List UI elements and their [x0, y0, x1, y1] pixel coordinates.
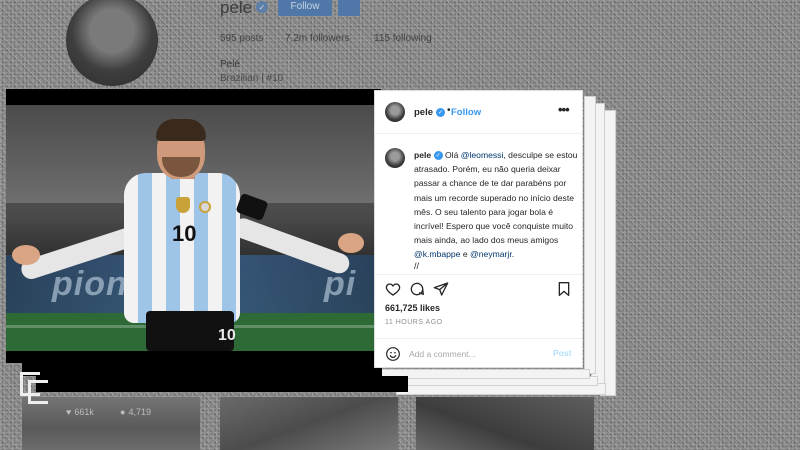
verified-icon: ✓ — [433, 151, 443, 161]
follow-button[interactable]: Follow — [451, 107, 481, 118]
post-actions: 661,725 likes 11 HOURS AGO Post — [375, 274, 582, 367]
comment-input[interactable] — [409, 347, 539, 361]
comment-form: Post — [375, 338, 582, 367]
caption-author-avatar[interactable] — [385, 148, 405, 168]
post-timestamp[interactable]: 11 HOURS AGO — [385, 319, 443, 326]
mention-link[interactable]: @leomessi — [461, 150, 504, 160]
profile-avatar[interactable] — [66, 0, 158, 86]
verified-icon: ✓ — [256, 1, 268, 13]
post-author-username[interactable]: pele — [414, 107, 433, 118]
verified-icon: ✓ — [436, 108, 445, 117]
player-jersey — [124, 173, 240, 323]
player-hand — [338, 233, 364, 253]
card-edge — [584, 96, 596, 374]
mention-link[interactable]: @neymarjr — [470, 249, 512, 259]
more-options-button[interactable]: ••• — [558, 102, 570, 117]
card-edge — [380, 369, 590, 379]
followers-count[interactable]: 7.2m followers — [285, 33, 349, 44]
heart-icon[interactable] — [385, 281, 401, 297]
grid-comments-stat: ● 4,719 — [120, 407, 151, 417]
frame-corner — [28, 380, 48, 404]
comment-icon: ● — [120, 407, 126, 417]
grid-likes-count: 661k — [74, 407, 94, 417]
caption-username[interactable]: pele — [414, 150, 431, 160]
caption-text: , desculpe se estou atrasado. Porém, eu … — [414, 150, 578, 246]
post-header: pele ✓ • Follow ••• — [375, 91, 582, 134]
mention-link[interactable]: @k.mbappe — [414, 249, 460, 259]
caption-text: . — [511, 249, 515, 260]
heart-icon: ♥ — [66, 407, 72, 417]
grid-post-thumbnail[interactable] — [220, 397, 398, 450]
caption-continuation: // — [414, 261, 420, 271]
likes-count[interactable]: 661,725 likes — [385, 303, 440, 313]
comment-icon[interactable] — [409, 281, 425, 297]
profile-display-name: Pelé — [220, 59, 241, 70]
player-hand — [12, 245, 40, 265]
post-panel: pele ✓ • Follow ••• pele ✓ Olá @leomessi… — [374, 90, 583, 368]
jersey-badge — [199, 201, 211, 213]
player-hair — [156, 119, 206, 141]
smile-icon[interactable] — [385, 346, 401, 362]
post-caption: pele ✓ Olá @leomessi, desculpe se estou … — [414, 148, 580, 262]
post-author-avatar[interactable] — [385, 102, 405, 122]
separator-dot: • — [447, 105, 451, 116]
post-image[interactable]: pion pi 10 10 — [6, 105, 378, 351]
shorts-number: 10 — [218, 327, 236, 344]
profile-username: pele — [220, 0, 253, 17]
post-comment-button[interactable]: Post — [553, 348, 571, 358]
post-bottom-border — [36, 376, 408, 392]
grid-comments-count: 4,719 — [128, 407, 151, 417]
bookmark-icon[interactable] — [556, 281, 572, 297]
grid-post-thumbnail[interactable] — [22, 397, 200, 450]
profile-bio: Brazilian | #10 — [220, 73, 284, 84]
caption-text: Olá — [444, 150, 461, 160]
grid-likes-stat: ♥ 661k — [66, 407, 94, 417]
profile-dropdown-button[interactable] — [338, 0, 360, 16]
share-icon[interactable] — [433, 281, 449, 297]
posts-count: 595 posts — [220, 33, 264, 44]
profile-follow-button[interactable]: Follow — [278, 0, 332, 16]
grid-post-thumbnail[interactable] — [416, 397, 594, 450]
following-count[interactable]: 115 following — [374, 33, 432, 44]
jersey-number: 10 — [172, 221, 197, 246]
jersey-crest — [176, 197, 190, 213]
caption-text: e — [460, 249, 471, 260]
board-text: pion — [52, 265, 128, 303]
post-top-border — [6, 89, 381, 105]
post-bottom-border — [22, 362, 382, 376]
